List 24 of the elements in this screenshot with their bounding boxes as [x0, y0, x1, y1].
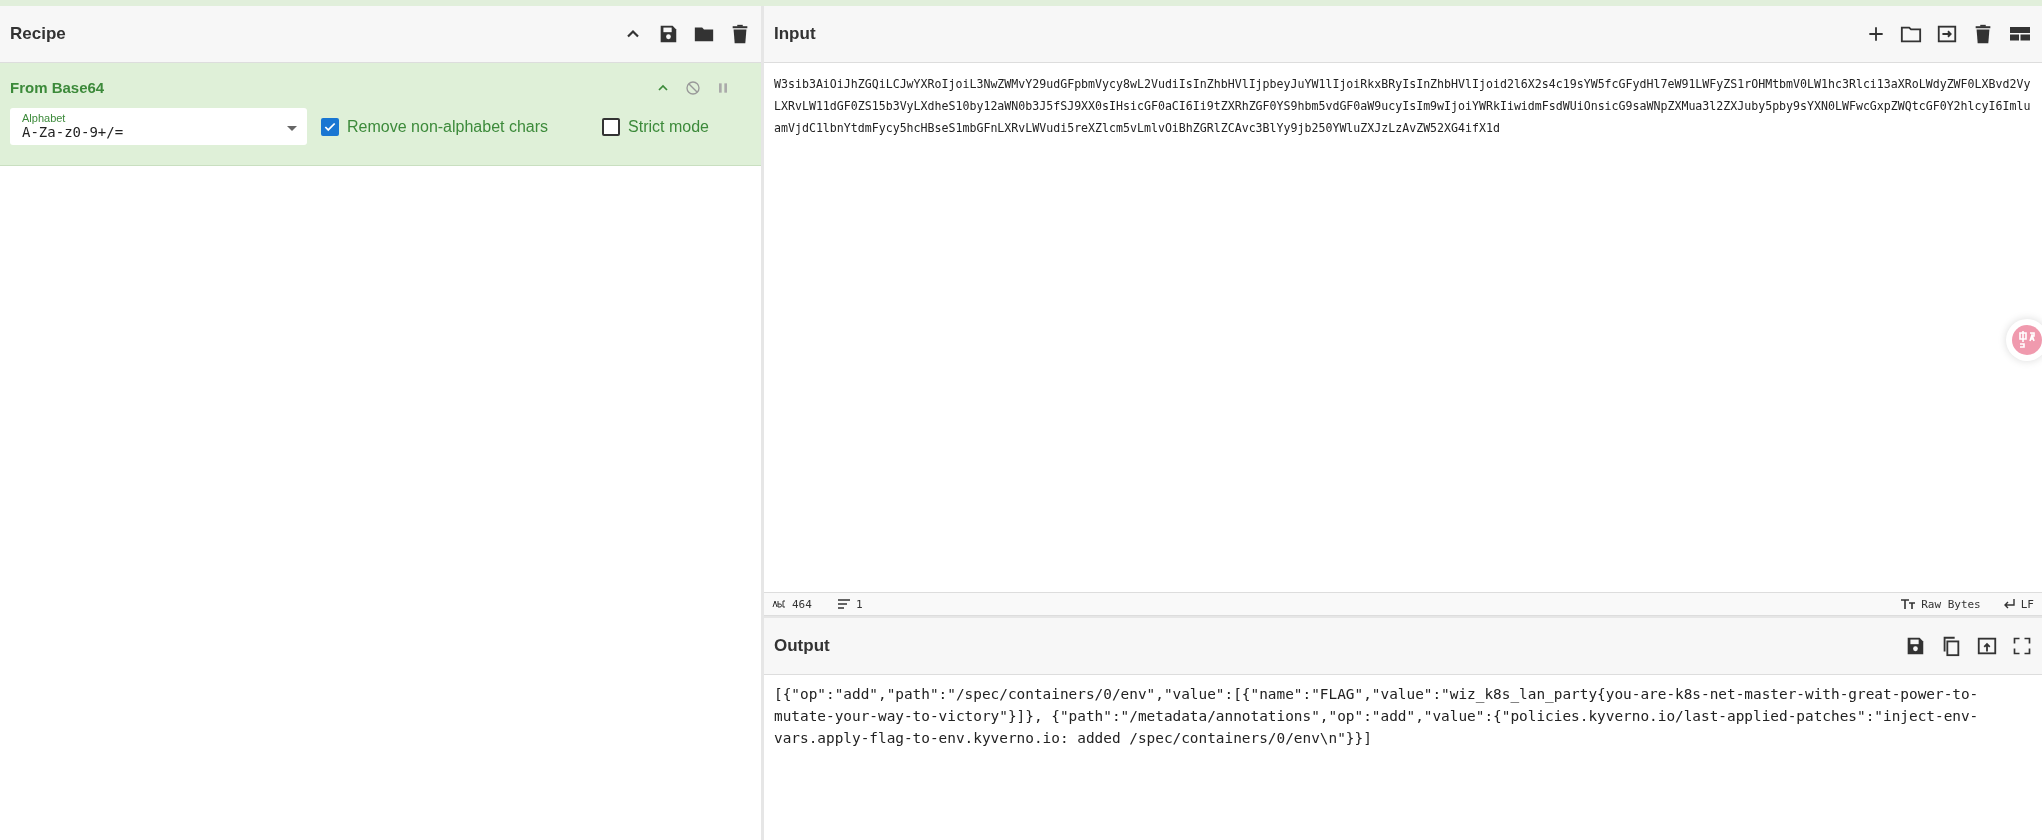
panel-title: Output — [774, 636, 831, 656]
eol-label[interactable]: LF — [2020, 597, 2034, 611]
checkbox-label: Strict mode — [628, 117, 709, 136]
input-text[interactable]: W3sib3AiOiJhZGQiLCJwYXRoIjoiL3NwZWMvY29udGFpbmVycy8wL2VudiIsInZhbHVlIjpbeyJuYW1lIjoiRkxBRyIsInZhbHVlIjoid2l6X2s4c19sYW5fcGFydHl7eW91LWFyZS1rOHMtbmV0LW1hc3Rlci13aXRoLWdyZWF0LXBvd2VyLXRvLW11dGF0ZS15b3VyLXdheS10by12aWN0b3J5fSJ9XX0sIHsicGF0aCI6Ii9tZXRhZGF0YS9hbm5vdGF0aW9ucyIsIm9wIjoiYWRkIiwidmFsdWUiOnsicG9saWNpZXMua3l2ZXJuby5pby9sYXN0LWFwcGxpZWQtcGF0Y2hlcyI6ImluamVjdC1lbnYtdmFycy5hcHBseS1mbGFnLXRvLWVudi5reXZlcm5vLmlvOiBhZGRlZCAvc3BlYy9jb250YWluZXJzLzAvZW52XG4ifX1d — [774, 73, 2032, 139]
length-count: 464 — [792, 597, 812, 611]
export-icon[interactable] — [1976, 635, 1998, 657]
checkbox[interactable] — [321, 117, 340, 136]
caret-icon — [287, 126, 298, 132]
fullscreen-icon[interactable] — [2012, 636, 2032, 656]
panel-title: Input — [774, 24, 817, 44]
plus-icon[interactable] — [1866, 24, 1886, 44]
output-text: [{"op":"add","path":"/spec/containers/0/env","value":[{"name":"FLAG","value":"wiz_k8s_lan_party{you-are-k8s-net-master-with-great-power-to-mutate-your-way-to-victory"}]}, {"path":"/metadata/annotations","op":"add","value":{"policies.kyverno.io/last-applied-patches":"inject-env-vars.apply-flag-to-env.kyverno.io: added /spec/containers/0/env\n"}}] — [774, 685, 1980, 748]
translate-icon — [2012, 325, 2042, 355]
text-size-icon — [1901, 599, 1916, 609]
return-icon — [2002, 599, 2015, 609]
lines-icon — [837, 599, 850, 609]
import-icon[interactable] — [1936, 23, 1958, 45]
checkbox[interactable] — [602, 117, 621, 136]
checkbox-label: Remove non-alphabet chars — [347, 117, 549, 136]
encoding-label[interactable]: Raw Bytes — [1921, 597, 1981, 611]
operation-title: From Base64 — [10, 79, 106, 96]
alphabet-dropdown[interactable]: Alphabet A-Za-z0-9+/= — [10, 108, 308, 145]
panel-title: Recipe — [10, 24, 67, 44]
line-count: 1 — [855, 597, 863, 611]
